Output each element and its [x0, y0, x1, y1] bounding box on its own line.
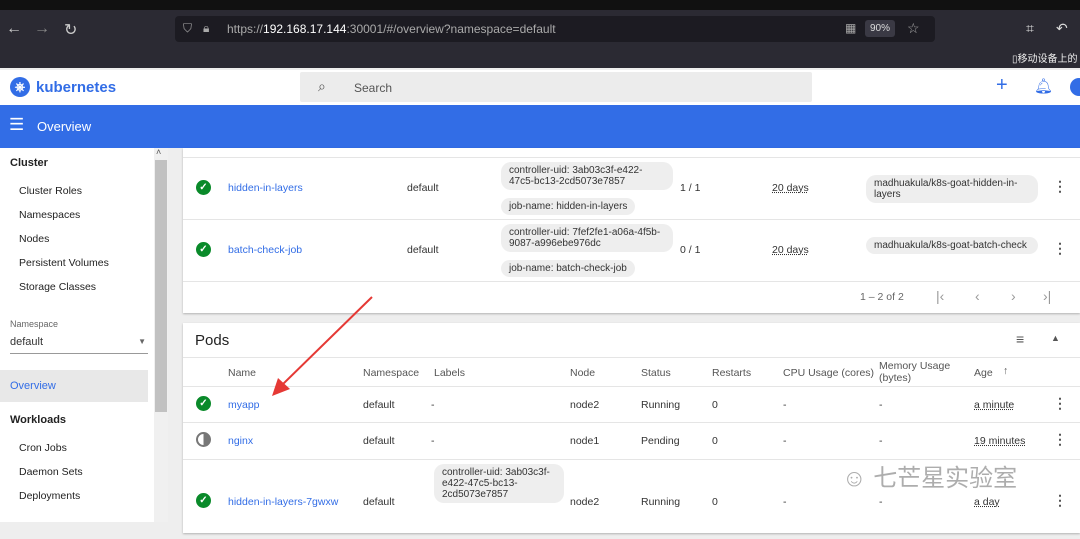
watermark: ☺ 七芒星实验室: [842, 465, 1018, 492]
wechat-icon: ☺: [842, 465, 867, 492]
red-annotation-arrow-icon: [272, 296, 373, 396]
